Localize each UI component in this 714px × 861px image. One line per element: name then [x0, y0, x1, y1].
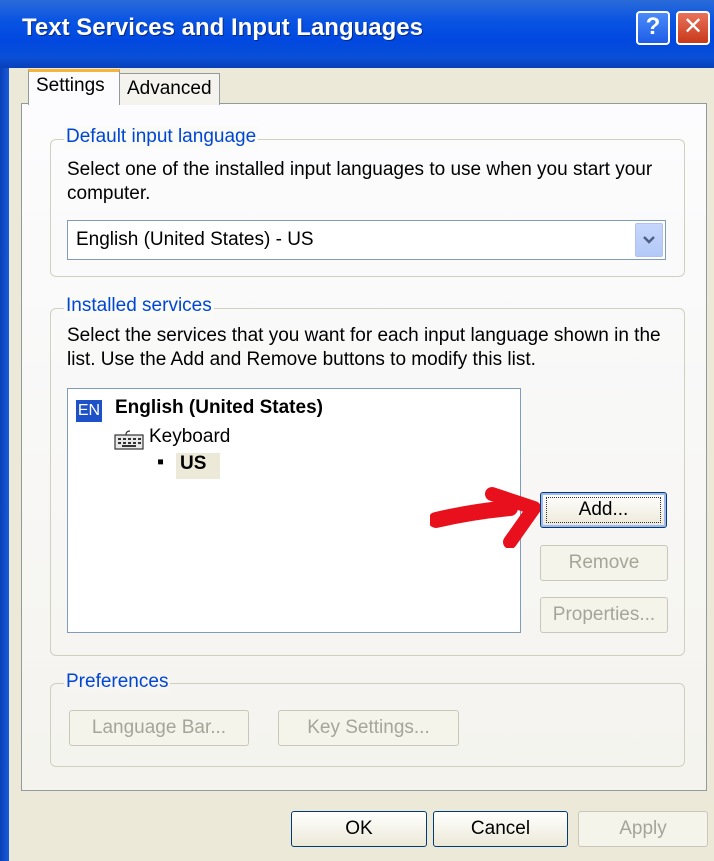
ok-button[interactable]: OK — [291, 811, 427, 847]
chevron-down-icon[interactable] — [635, 223, 663, 257]
preferences-label: Preferences — [64, 671, 171, 693]
annotation-arrow-icon — [430, 487, 540, 548]
language-badge: EN — [76, 400, 102, 422]
installed-services-description: Select the services that you want for ea… — [67, 325, 661, 370]
title-bar: Text Services and Input Languages ? ✕ — [0, 0, 714, 68]
focus-rectangle — [546, 497, 661, 523]
keyboard-item[interactable]: Keyboard — [149, 426, 230, 448]
keyboard-icon — [114, 429, 144, 457]
default-language-select[interactable]: English (United States) - US — [67, 220, 666, 260]
default-language-description: Select one of the installed input langua… — [67, 159, 653, 204]
cancel-button[interactable]: Cancel — [433, 811, 568, 847]
key-settings-button[interactable]: Key Settings... — [278, 710, 459, 746]
bullet-icon: ▪ — [157, 451, 165, 473]
default-language-value: English (United States) - US — [76, 229, 314, 250]
add-button[interactable]: Add... — [540, 492, 667, 528]
tab-settings[interactable]: Settings — [28, 69, 120, 105]
default-language-label: Default input language — [64, 126, 259, 148]
close-button[interactable]: ✕ — [676, 11, 710, 45]
language-bar-button[interactable]: Language Bar... — [69, 710, 249, 746]
remove-button[interactable]: Remove — [540, 545, 668, 581]
apply-button[interactable]: Apply — [578, 811, 708, 847]
properties-button[interactable]: Properties... — [540, 597, 668, 633]
window-frame-left — [0, 68, 9, 861]
window-title: Text Services and Input Languages — [22, 14, 423, 41]
help-button[interactable]: ? — [636, 11, 670, 45]
layout-item-us[interactable]: US — [176, 453, 220, 479]
installed-services-label: Installed services — [64, 295, 214, 317]
language-item[interactable]: English (United States) — [115, 397, 323, 419]
tab-advanced[interactable]: Advanced — [119, 73, 220, 105]
